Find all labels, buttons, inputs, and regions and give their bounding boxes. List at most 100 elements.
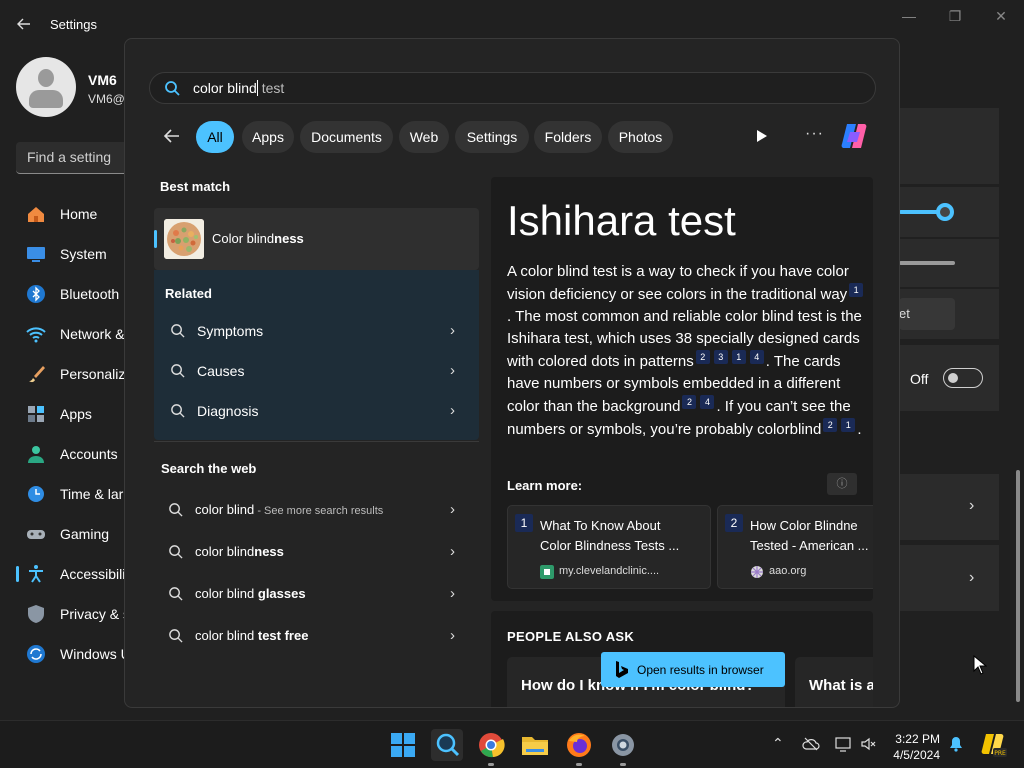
citation[interactable]: 1 — [849, 283, 864, 297]
nav-item-network[interactable]: Network & — [16, 316, 131, 352]
brush-icon — [29, 366, 45, 383]
citation[interactable]: 3 — [713, 350, 728, 364]
citation[interactable]: 1 — [731, 350, 746, 364]
taskbar-search-button[interactable] — [431, 729, 463, 761]
web-result-text: color blind — [195, 502, 255, 517]
filter-documents[interactable]: Documents — [300, 121, 393, 153]
nav-label: Windows U — [60, 646, 131, 662]
question-card[interactable]: What is a — [795, 657, 873, 707]
search-box[interactable]: color blind test — [149, 72, 876, 104]
search-web-header: Search the web — [161, 461, 257, 476]
copilot-icon[interactable] — [838, 120, 870, 152]
citation[interactable]: 4 — [749, 350, 764, 364]
open-in-browser-button[interactable]: Open results in browser — [601, 652, 785, 687]
nav-item-personalization[interactable]: Personaliz — [16, 356, 131, 392]
source-card[interactable]: 1 What To Know About Color Blindness Test… — [507, 505, 711, 589]
filter-settings[interactable]: Settings — [455, 121, 529, 153]
nav-label: Accessibili — [60, 566, 126, 582]
play-icon[interactable] — [753, 128, 769, 144]
close-button[interactable]: ✕ — [986, 8, 1016, 26]
web-result-label: color blind - See more search results — [195, 502, 383, 517]
web-result[interactable]: color blind - See more search results › — [154, 491, 479, 527]
taskbar-firefox[interactable] — [563, 729, 595, 761]
citation[interactable]: 1 — [841, 418, 856, 432]
web-result-bold: ness — [254, 544, 284, 559]
source-title: How Color Blindne Tested - American ... — [750, 516, 873, 556]
source-card[interactable]: 2 How Color Blindne Tested - American ...… — [717, 505, 873, 589]
source-title-line: What To Know About — [540, 518, 661, 533]
info-icon[interactable]: ⓘ — [827, 473, 857, 495]
nav-item-windows-update[interactable]: Windows U — [16, 636, 131, 672]
settings-button[interactable]: et — [899, 298, 955, 330]
start-button[interactable] — [387, 729, 419, 761]
scrollbar[interactable] — [1016, 470, 1020, 702]
chevron-right-icon: › — [450, 322, 455, 339]
mouse-cursor-icon — [973, 655, 987, 675]
chevron-up-icon[interactable]: ⌃ — [772, 735, 790, 753]
citation[interactable]: 4 — [700, 395, 715, 409]
toggle-switch[interactable] — [943, 368, 983, 388]
filter-apps[interactable]: Apps — [242, 121, 294, 153]
filter-all[interactable]: All — [196, 121, 234, 153]
search-icon — [171, 404, 185, 418]
cloud-offline-icon[interactable] — [802, 735, 820, 753]
cleveland-clinic-favicon — [540, 565, 554, 579]
citation[interactable]: 2 — [823, 418, 838, 432]
source-title-line: Tested - American ... — [750, 538, 869, 553]
back-arrow-icon[interactable] — [161, 125, 183, 147]
related-item-symptoms[interactable]: Symptoms › — [154, 313, 479, 349]
nav-label: Accounts — [60, 446, 118, 462]
nav-item-privacy[interactable]: Privacy & s — [16, 596, 131, 632]
settings-card[interactable] — [899, 545, 999, 611]
search-icon — [171, 364, 185, 378]
update-icon — [27, 645, 45, 663]
nav-item-gaming[interactable]: Gaming — [16, 516, 131, 552]
filter-folders[interactable]: Folders — [534, 121, 602, 153]
chevron-right-icon: › — [450, 543, 455, 560]
taskbar-settings[interactable] — [607, 729, 639, 761]
nav-item-system[interactable]: System — [16, 236, 131, 272]
search-icon — [436, 733, 460, 757]
slider-thumb[interactable] — [936, 203, 954, 221]
display-network-icon[interactable] — [834, 735, 852, 753]
nav-label: System — [60, 246, 107, 262]
nav-item-bluetooth[interactable]: Bluetooth — [16, 276, 131, 312]
minimize-button[interactable]: — — [894, 8, 924, 26]
maximize-button[interactable]: ❐ — [940, 8, 970, 26]
notification-bell-icon[interactable] — [949, 736, 963, 752]
citation[interactable]: 2 — [695, 350, 710, 364]
best-match-item[interactable]: Color blindness — [154, 208, 479, 270]
nav-label: Gaming — [60, 526, 110, 542]
source-title: What To Know About Color Blindness Tests … — [540, 516, 710, 556]
more-options-icon[interactable]: ··· — [805, 125, 824, 143]
taskbar-chrome[interactable] — [475, 729, 507, 761]
nav-item-accounts[interactable]: Accounts — [16, 436, 131, 472]
gamepad-icon — [27, 530, 45, 539]
slider-track[interactable] — [899, 261, 955, 265]
search-query[interactable]: color blind test — [193, 80, 284, 96]
chevron-right-icon: › — [450, 362, 455, 379]
ishihara-plate-thumbnail — [164, 219, 204, 259]
web-result[interactable]: color blind glasses › — [154, 575, 479, 611]
back-arrow-icon[interactable] — [14, 14, 34, 34]
volume-muted-icon[interactable] — [860, 735, 878, 753]
settings-card[interactable] — [899, 474, 999, 540]
firefox-icon — [567, 733, 591, 757]
nav-item-home[interactable]: Home — [16, 196, 131, 232]
related-item-diagnosis[interactable]: Diagnosis › — [154, 393, 479, 429]
web-result[interactable]: color blind test free › — [154, 617, 479, 653]
filter-web[interactable]: Web — [399, 121, 449, 153]
nav-item-time-language[interactable]: Time & lar — [16, 476, 131, 512]
web-result[interactable]: color blindness › — [154, 533, 479, 569]
nav-item-apps[interactable]: Apps — [16, 396, 131, 432]
settings-card — [899, 108, 999, 184]
nav-item-accessibility[interactable]: Accessibili — [16, 556, 131, 592]
clock[interactable]: 3:22 PM 4/5/2024 — [888, 731, 940, 763]
filter-photos[interactable]: Photos — [608, 121, 673, 153]
avatar[interactable] — [16, 57, 76, 117]
related-item-causes[interactable]: Causes › — [154, 353, 479, 389]
copilot-preview-icon[interactable]: PRE — [979, 731, 1007, 759]
citation[interactable]: 2 — [682, 395, 697, 409]
taskbar-file-explorer[interactable] — [519, 729, 551, 761]
web-result-text: color blind — [195, 628, 258, 643]
